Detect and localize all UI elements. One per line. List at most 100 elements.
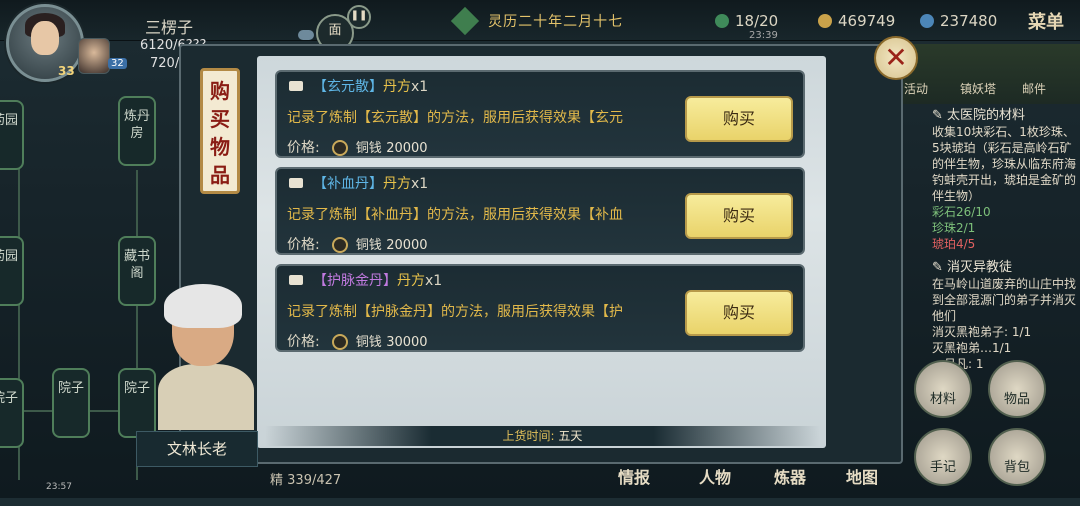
- recipe-book-icon: [289, 81, 303, 91]
- copper-counter: 469749: [818, 12, 895, 30]
- map-node-courtyard-1[interactable]: 院子: [0, 378, 24, 448]
- item-quantity: x1: [411, 176, 429, 192]
- restock-label: 上货时间:: [502, 429, 555, 443]
- buy-button[interactable]: 购买: [685, 290, 793, 336]
- quest-progress: 消灭黑袍弟子: 1/1: [932, 325, 1032, 339]
- demon-tower-button[interactable]: 镇妖塔: [960, 80, 996, 97]
- shop-title-text: 购买物品: [210, 79, 230, 187]
- map-node-label: 藏书阁: [123, 249, 150, 281]
- copper-coin-icon: [331, 334, 348, 350]
- item-description: 记录了炼制【玄元散】的方法，服用后获得效果【玄元: [287, 110, 623, 126]
- item-quantity: x1: [425, 273, 443, 289]
- quest-title: ✎ 消灭异教徒: [932, 260, 1013, 275]
- system-clock: 23:57: [46, 482, 72, 492]
- quest-progress: 珍珠2/1: [932, 221, 976, 235]
- date-text: 灵历二十年二月十七: [488, 13, 624, 30]
- item-name: 玄元散: [327, 79, 369, 95]
- tab-map[interactable]: 地图: [846, 464, 878, 488]
- map-node-courtyard-2[interactable]: 院子: [52, 368, 90, 438]
- currency-name: 铜钱: [355, 238, 382, 253]
- tab-character[interactable]: 人物: [699, 464, 731, 488]
- quest-title-text: 消灭异教徒: [947, 260, 1013, 275]
- item-price: 价格: 铜钱 30000: [287, 331, 428, 351]
- pause-button[interactable]: ❚❚: [347, 5, 371, 29]
- journal-button[interactable]: 手记: [914, 428, 972, 486]
- shop-item: 【玄元散】丹方x1 记录了炼制【玄元散】的方法，服用后获得效果【玄元 价格: 铜钱…: [275, 70, 805, 158]
- backpack-label: 背包: [1003, 460, 1030, 475]
- companion-avatar[interactable]: [78, 38, 110, 74]
- main-menu-button[interactable]: 菜单: [1028, 8, 1064, 34]
- map-node-herb-garden[interactable]: 药园: [0, 100, 24, 170]
- shop-title: 购买物品: [200, 68, 240, 194]
- shop-item: 【护脉金丹】丹方x1 记录了炼制【护脉金丹】的方法，服用后获得效果【护 价格: 铜…: [275, 264, 805, 352]
- map-node-alchemy-room[interactable]: 炼丹房: [118, 96, 156, 166]
- item-kind: 丹方: [397, 273, 425, 289]
- price-label: 价格:: [287, 237, 320, 253]
- item-price: 价格: 铜钱 20000: [287, 137, 428, 157]
- stamina-value: 18/20: [735, 12, 779, 30]
- activity-button[interactable]: 活动: [904, 80, 928, 97]
- quest-tracker[interactable]: ✎ 太医院的材料 收集10块彩石、1枚珍珠、5块琥珀（彩石是高岭石矿的伴生物，珍…: [932, 108, 1080, 372]
- jade-icon: [920, 14, 934, 28]
- player-name: 三楞子: [145, 18, 194, 37]
- shop-item: 【补血丹】丹方x1 记录了炼制【补血丹】的方法，服用后获得效果【补血 价格: 铜钱…: [275, 167, 805, 255]
- items-label: 物品: [1003, 392, 1030, 407]
- map-node-label: 药园: [0, 113, 18, 128]
- item-title: 【补血丹】丹方x1: [289, 173, 428, 193]
- price-value: 20000: [386, 238, 428, 253]
- item-description: 记录了炼制【补血丹】的方法，服用后获得效果【补血: [287, 207, 623, 223]
- price-value: 30000: [386, 335, 428, 350]
- item-bracket: 】: [383, 273, 397, 289]
- recipe-book-icon: [289, 275, 303, 285]
- price-value: 20000: [386, 141, 428, 156]
- item-description: 记录了炼制【护脉金丹】的方法，服用后获得效果【护: [287, 304, 623, 320]
- item-bracket: 】: [369, 79, 383, 95]
- season-icon: [450, 6, 480, 35]
- tab-forge[interactable]: 炼器: [774, 464, 806, 488]
- pause-icon: ❚❚: [350, 10, 368, 21]
- quest-progress: 彩石26/10: [932, 205, 991, 219]
- item-title: 【护脉金丹】丹方x1: [289, 270, 442, 290]
- close-icon: ✕: [884, 41, 908, 74]
- item-quantity: x1: [411, 79, 429, 95]
- close-button[interactable]: ✕: [874, 36, 918, 80]
- copper-coin-icon: [331, 140, 348, 156]
- price-label: 价格:: [287, 334, 320, 350]
- quest-progress: 琥珀4/5: [932, 237, 976, 251]
- calendar-date: 灵历二十年二月十七: [450, 6, 624, 35]
- copper-coin-icon: [818, 14, 832, 28]
- copper-value: 469749: [838, 12, 896, 30]
- companion-level: 32: [108, 58, 127, 69]
- quest-progress: 灭黑袍弟…1/1: [932, 341, 1012, 355]
- stamina-icon: [715, 14, 729, 28]
- item-name: 护脉金丹: [327, 273, 383, 289]
- copper-coin-icon: [331, 237, 348, 253]
- item-kind: 丹方: [383, 79, 411, 95]
- map-node-label: 药园: [0, 249, 18, 264]
- mail-button[interactable]: 邮件: [1022, 80, 1046, 97]
- backpack-button[interactable]: 背包: [988, 428, 1046, 486]
- map-node-label: 炼丹房: [123, 109, 150, 141]
- essence-value: 339/427: [287, 473, 342, 488]
- restock-time: 上货时间: 五天: [265, 426, 820, 446]
- essence-label: 精: [270, 473, 284, 488]
- items-button[interactable]: 物品: [988, 360, 1046, 418]
- map-node-label: 院子: [123, 381, 150, 396]
- npc-portrait: [150, 280, 260, 430]
- price-label: 价格:: [287, 140, 320, 156]
- buy-button[interactable]: 购买: [685, 96, 793, 142]
- item-title: 【玄元散】丹方x1: [289, 76, 428, 96]
- currency-name: 铜钱: [355, 335, 382, 350]
- currency-name: 铜钱: [355, 141, 382, 156]
- map-node-label: 院子: [0, 391, 18, 406]
- item-bracket: 【: [313, 79, 327, 95]
- materials-button[interactable]: 材料: [914, 360, 972, 418]
- item-price: 价格: 铜钱 20000: [287, 234, 428, 254]
- quest-description: 收集10块彩石、1枚珍珠、5块琥珀（彩石是高岭石矿的伴生物，珍珠从临东府海钓蚌壳…: [932, 125, 1077, 203]
- recipe-book-icon: [289, 178, 303, 188]
- map-node-herb-garden-2[interactable]: 药园: [0, 236, 24, 306]
- materials-label: 材料: [929, 392, 956, 407]
- buy-button[interactable]: 购买: [685, 193, 793, 239]
- game-time: 23:39: [749, 30, 778, 41]
- tab-intel[interactable]: 情报: [618, 464, 650, 488]
